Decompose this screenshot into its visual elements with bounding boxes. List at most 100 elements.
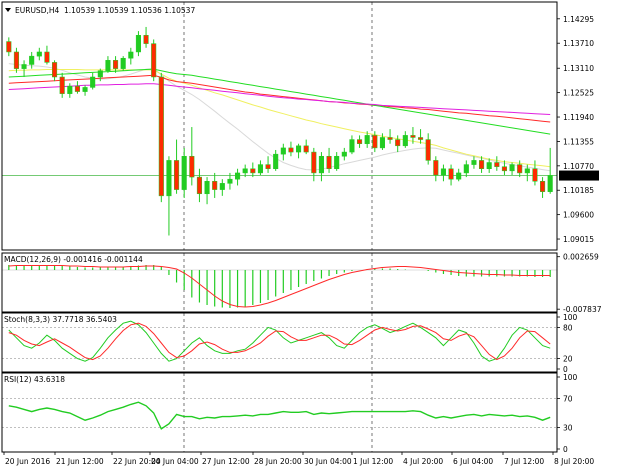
candle-body <box>196 176 202 195</box>
candle-body <box>143 35 149 44</box>
chart-header: EURUSD,H4 1.10539 1.10539 1.10536 1.1053… <box>5 6 195 15</box>
candle-body <box>471 160 477 165</box>
rsi-tick-label: 30 <box>563 423 573 432</box>
candle-body <box>395 139 401 147</box>
candle <box>151 39 157 82</box>
candle-body <box>74 85 80 92</box>
current-price-label: 1.10537 <box>563 172 594 181</box>
candle-body <box>433 160 439 176</box>
ohlc-quote: 1.10539 1.10539 1.10536 1.10537 <box>64 6 195 15</box>
candle-body <box>318 155 324 174</box>
candle-body <box>52 62 58 78</box>
candle-body <box>532 168 538 182</box>
candle-body <box>257 164 263 174</box>
time-tick-label: 28 Jun 20:00 <box>254 457 302 466</box>
candle-body <box>135 35 141 53</box>
stochastic-tick-label: 80 <box>563 323 573 332</box>
candle-body <box>189 155 195 178</box>
candle-body <box>227 178 233 184</box>
candle-body <box>242 168 248 174</box>
stochastic-tick-label: 20 <box>563 355 573 364</box>
candle-body <box>21 64 27 69</box>
candle-body <box>334 155 340 170</box>
rsi-tick-label: 100 <box>563 373 578 382</box>
time-tick-label: 4 Jul 20:00 <box>403 457 443 466</box>
candle-body <box>97 70 103 78</box>
time-tick-label: 24 Jun 04:00 <box>151 457 199 466</box>
price-tick-label: 1.10770 <box>563 162 594 171</box>
price-tick-label: 1.13110 <box>563 64 594 73</box>
time-tick-label: 20 Jun 2016 <box>5 457 50 466</box>
candle-body <box>326 155 332 170</box>
macd-title: MACD(12,26,9) -0.001416 -0.001144 <box>4 255 143 264</box>
time-tick-label: 6 Jul 04:00 <box>453 457 493 466</box>
trading-chart[interactable]: 1.14295 1.13710 1.13110 1.12525 1.11940 1.113… <box>0 0 629 468</box>
current-price-badge: 1.10537 <box>559 170 599 181</box>
candle-body <box>113 60 119 69</box>
candle-body <box>166 160 172 197</box>
candle-body <box>36 51 42 57</box>
candle-body <box>540 181 546 192</box>
candle-body <box>364 135 370 144</box>
candle <box>158 72 164 203</box>
time-tick-label: 30 Jun 04:00 <box>304 457 352 466</box>
price-tick-label: 1.09600 <box>563 211 594 220</box>
time-tick-label: 1 Jul 12:00 <box>353 457 393 466</box>
price-tick-label: 1.14295 <box>563 15 594 24</box>
stochastic-tick-label: 100 <box>563 313 578 322</box>
candle-body <box>273 153 279 170</box>
candle-body <box>235 172 241 180</box>
price-tick-label: 1.13710 <box>563 39 594 48</box>
candle-body <box>151 43 157 78</box>
candle-body <box>90 76 96 88</box>
rsi-title: RSI(12) 43.6318 <box>4 375 65 384</box>
candle-body <box>181 155 187 190</box>
time-tick-label: 7 Jul 12:00 <box>504 457 544 466</box>
candle-body <box>82 87 88 92</box>
candle-body <box>250 168 256 174</box>
candle-body <box>349 139 355 153</box>
candle-body <box>120 57 126 69</box>
candle-body <box>204 181 210 195</box>
candle-body <box>357 139 363 144</box>
time-tick-label: 8 Jul 20:00 <box>554 457 594 466</box>
candle-body <box>440 168 446 176</box>
time-tick-label: 21 Jun 12:00 <box>56 457 104 466</box>
candle-body <box>44 51 50 63</box>
candle-body <box>509 164 515 172</box>
candle-body <box>486 162 492 170</box>
candle-body <box>280 147 286 155</box>
price-tick-label: 1.12525 <box>563 89 594 98</box>
candle-body <box>341 151 347 157</box>
rsi-tick-label: 70 <box>563 395 573 404</box>
candle-body <box>67 85 73 94</box>
candle-body <box>517 164 523 174</box>
candle-body <box>296 145 302 153</box>
candle-body <box>105 60 111 71</box>
candle-body <box>463 164 469 174</box>
candle-body <box>212 181 218 190</box>
candle-body <box>303 145 309 153</box>
candle-body <box>448 168 454 180</box>
price-tick-label: 1.09015 <box>563 235 594 244</box>
candle-body <box>494 162 500 167</box>
candle-body <box>524 168 530 174</box>
price-tick-label: 1.10185 <box>563 186 594 195</box>
candle-body <box>219 183 225 190</box>
candle-body <box>311 151 317 174</box>
rsi-tick-label: 0 <box>563 445 568 454</box>
candle-body <box>158 76 164 197</box>
candle-body <box>410 135 416 138</box>
price-tick-label: 1.11940 <box>563 113 594 122</box>
candle-body <box>59 76 65 94</box>
candle-body <box>387 137 393 140</box>
candle-body <box>402 135 408 147</box>
time-tick-label: 27 Jun 12:00 <box>202 457 250 466</box>
candle-body <box>456 172 462 180</box>
candle-body <box>501 166 507 172</box>
candle-body <box>29 55 35 65</box>
macd-tick-label: 0.002659 <box>563 253 599 262</box>
candle-body <box>288 147 294 153</box>
candle-body <box>6 41 12 53</box>
candle-body <box>379 137 385 149</box>
